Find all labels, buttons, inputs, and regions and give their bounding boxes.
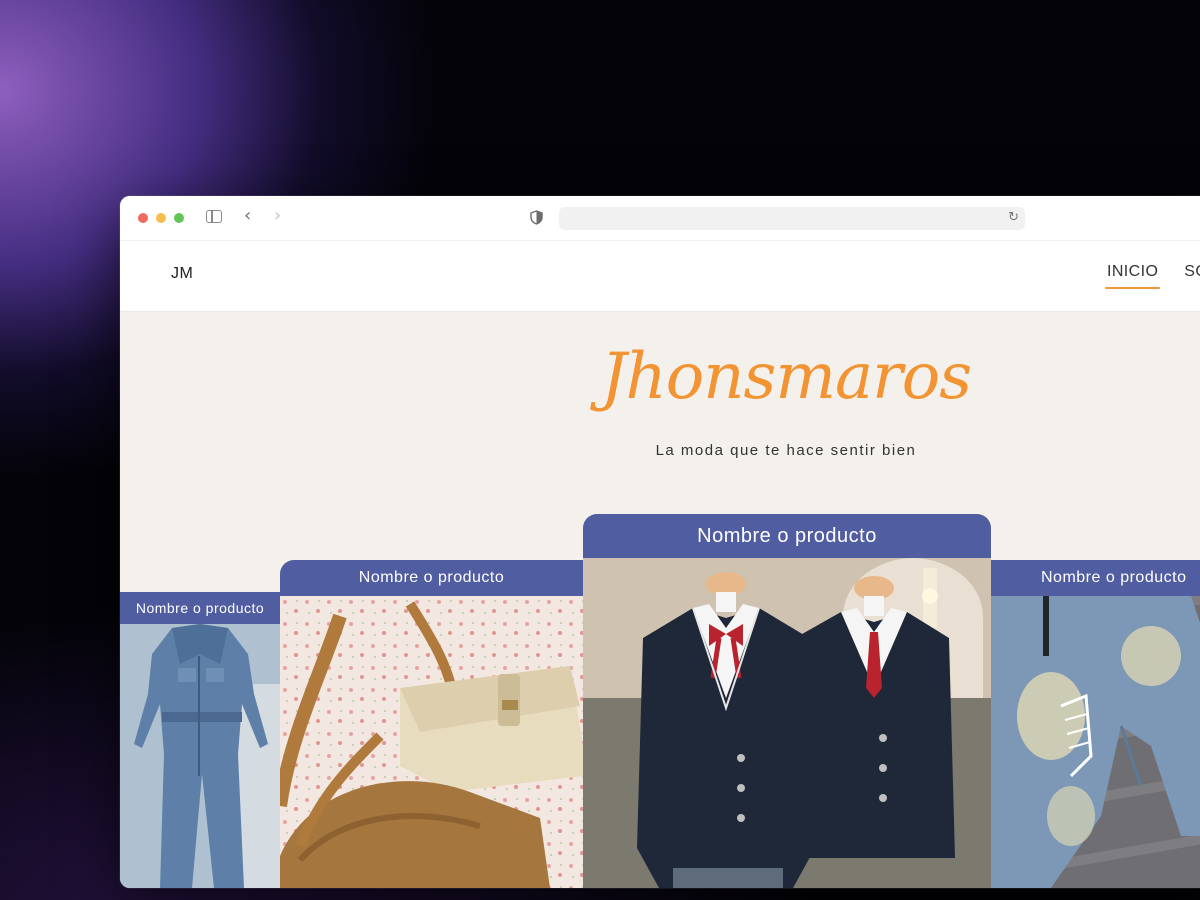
product-image-school-uniforms [583,558,991,888]
brand-title: Jhonsmaros [600,340,972,414]
product-image-distressed-jeans [991,596,1200,888]
product-card[interactable]: Nombre o producto [991,560,1200,888]
browser-toolbar: ‹ › ↻ [120,196,1200,241]
zoom-button[interactable] [174,213,184,223]
product-card[interactable]: Nombre o producto [583,514,991,888]
product-card[interactable]: Nombre o producto [120,592,280,888]
product-name: Nombre o producto [583,514,991,558]
site-logo[interactable]: JM [171,265,193,283]
nav-link-sobre[interactable]: SOBRE [1184,263,1200,289]
forward-arrow-icon[interactable]: › [274,206,281,226]
nav-link-inicio[interactable]: INICIO [1104,263,1161,289]
address-bar[interactable]: ↻ [559,207,1025,230]
hero-section: Jhonsmaros La moda que te hace sentir bi… [120,312,1200,888]
browser-window: ‹ › ↻ JM INICIO SOBRE Jhonsmaros La moda… [120,196,1200,888]
back-arrow-icon[interactable]: ‹ [244,206,251,226]
product-image-denim-jumpsuit [120,624,280,888]
reload-icon[interactable]: ↻ [1008,210,1019,225]
tagline: La moda que te hace sentir bien [655,442,917,459]
close-button[interactable] [138,213,148,223]
shield-icon[interactable] [530,210,543,225]
sidebar-toggle-icon[interactable] [206,210,222,223]
product-name: Nombre o producto [120,592,280,624]
site-header: JM INICIO SOBRE [120,241,1200,312]
main-nav: INICIO SOBRE [1104,263,1200,289]
product-name: Nombre o producto [991,560,1200,596]
window-controls [138,213,184,223]
product-image-canvas-bags [280,596,583,888]
minimize-button[interactable] [156,213,166,223]
product-name: Nombre o producto [280,560,583,596]
product-card[interactable]: Nombre o producto [280,560,583,888]
